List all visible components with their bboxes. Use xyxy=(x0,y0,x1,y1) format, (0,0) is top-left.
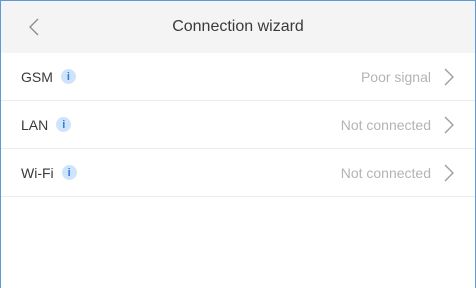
connection-wizard-screen: Connection wizard GSM i Poor signal LAN … xyxy=(0,0,476,288)
back-button[interactable] xyxy=(23,15,47,39)
item-label: Wi-Fi xyxy=(21,164,54,181)
info-icon[interactable]: i xyxy=(56,117,72,132)
item-label: GSM xyxy=(21,68,53,85)
status-text: Poor signal xyxy=(360,68,431,85)
list-item-gsm[interactable]: GSM i Poor signal xyxy=(1,53,475,101)
chevron-left-icon xyxy=(29,18,39,36)
list-item-lan[interactable]: LAN i Not connected xyxy=(1,101,475,149)
chevron-right-icon xyxy=(443,116,455,134)
chevron-right-icon xyxy=(443,68,455,86)
status-text: Not connected xyxy=(340,164,431,181)
header-bar: Connection wizard xyxy=(1,1,475,53)
status-text: Not connected xyxy=(340,116,431,133)
list-item-wifi[interactable]: Wi-Fi i Not connected xyxy=(1,149,475,197)
page-title: Connection wizard xyxy=(172,18,304,35)
chevron-right-icon xyxy=(443,164,455,182)
item-label: LAN xyxy=(21,116,49,133)
info-icon[interactable]: i xyxy=(61,165,77,180)
info-icon[interactable]: i xyxy=(60,69,76,84)
